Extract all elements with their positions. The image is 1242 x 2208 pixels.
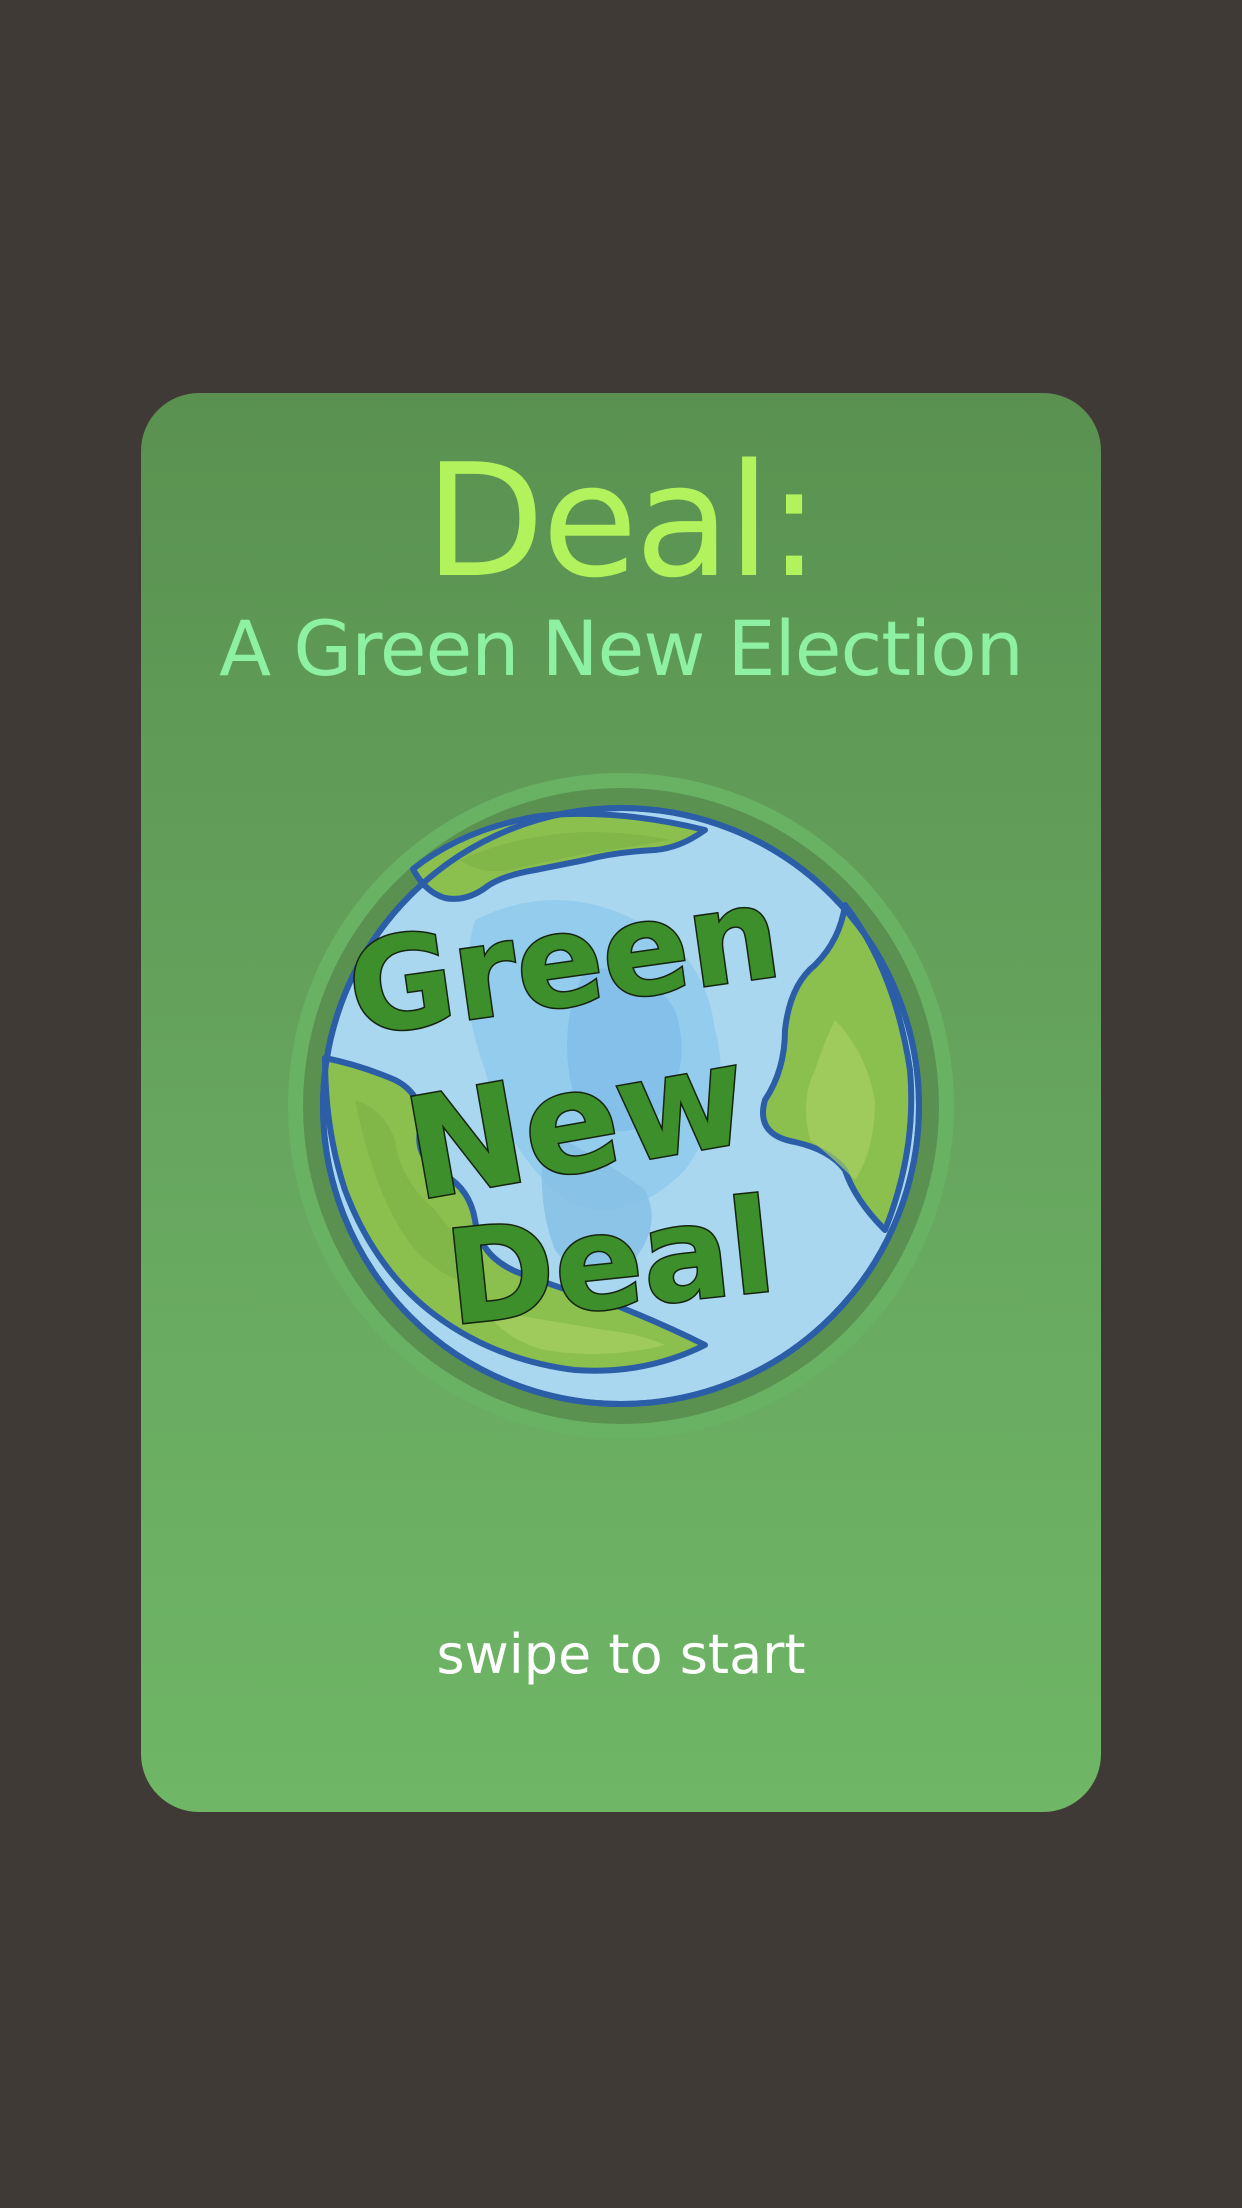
earth-globe-icon: Green New Deal bbox=[285, 770, 957, 1442]
start-card[interactable]: Deal: A Green New Election Green New Dea… bbox=[141, 393, 1101, 1812]
game-subtitle: A Green New Election bbox=[219, 604, 1024, 693]
game-title: Deal: bbox=[424, 430, 821, 612]
swipe-to-start-label[interactable]: swipe to start bbox=[141, 1628, 1101, 1682]
